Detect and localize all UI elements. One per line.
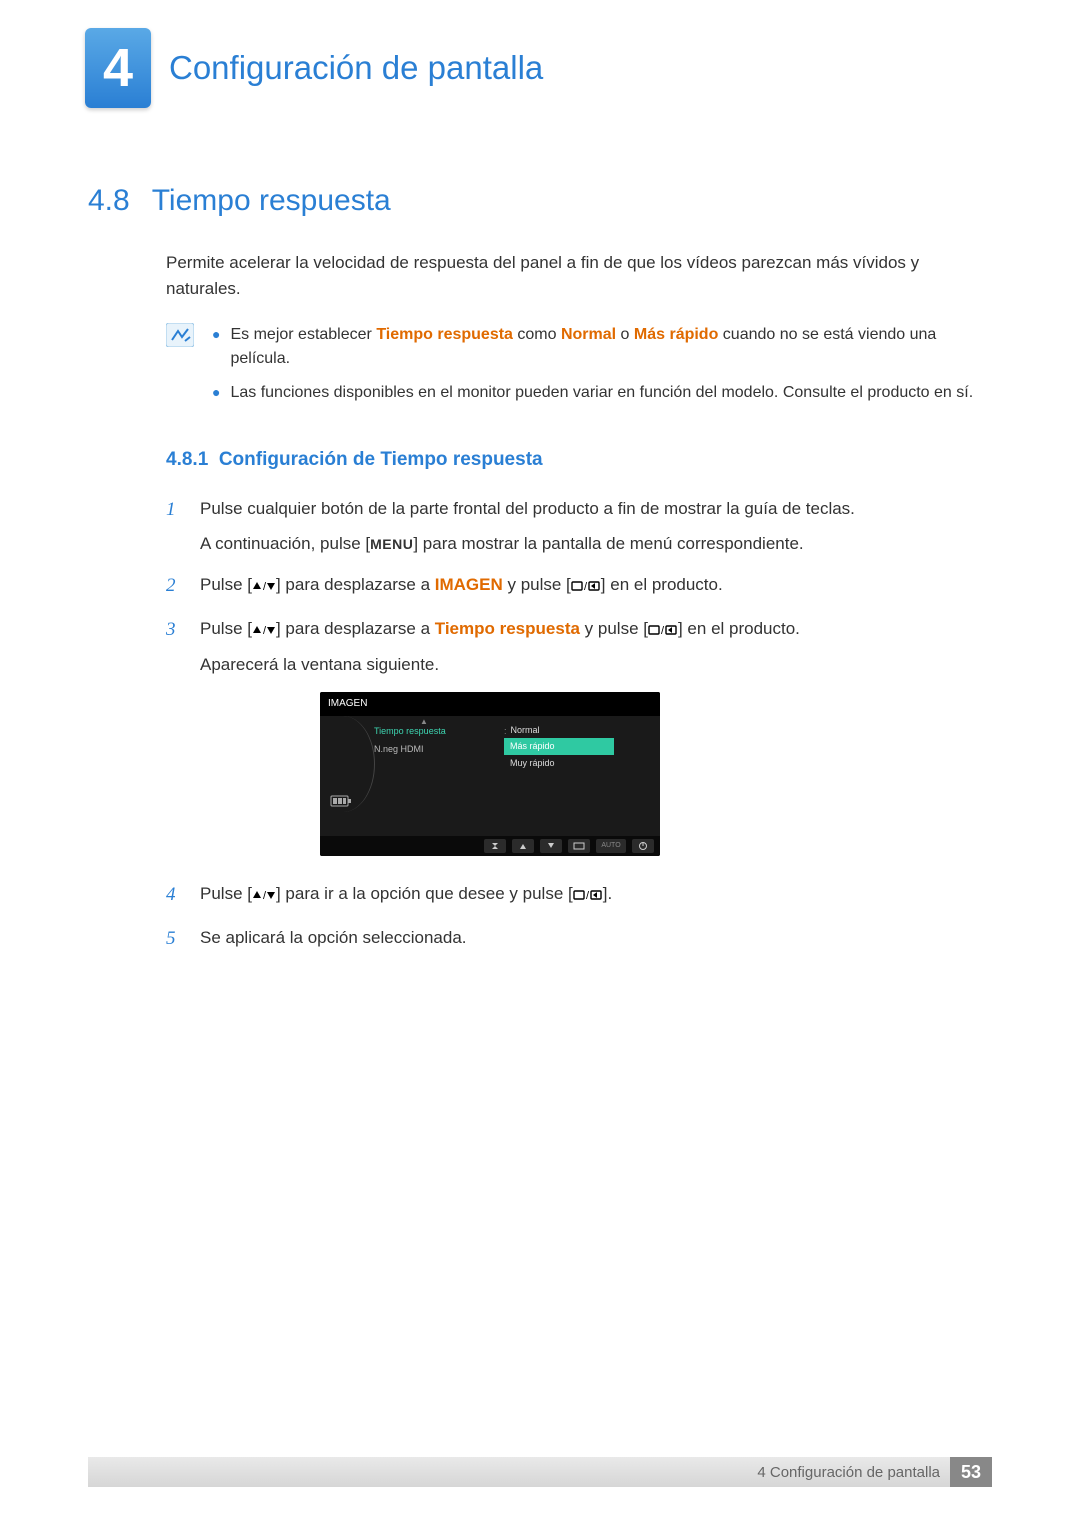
svg-text:/: /	[584, 581, 588, 592]
menu-key: MENU	[370, 536, 413, 552]
step-number: 3	[166, 615, 184, 645]
section-number: 4.8	[88, 184, 130, 218]
svg-text:/: /	[263, 625, 267, 636]
step-number: 4	[166, 880, 184, 910]
svg-text:/: /	[586, 890, 590, 901]
highlight-text: Tiempo respuesta	[435, 619, 580, 638]
osd-option: Normal	[504, 722, 614, 738]
osd-nav-button	[484, 839, 506, 853]
bullet-icon: ●	[212, 323, 220, 345]
updown-arrows-icon: /	[252, 884, 276, 903]
source-enter-icon: /	[571, 575, 601, 594]
svg-text:/: /	[263, 890, 267, 901]
note-item: ● Es mejor establecer Tiempo respuesta c…	[212, 323, 992, 371]
osd-screenshot: IMAGEN ▲ Tiempo respuesta N.neg HDMI :	[320, 692, 660, 856]
step-number: 5	[166, 924, 184, 954]
osd-nav-button	[512, 839, 534, 853]
osd-option: Muy rápido	[504, 755, 614, 771]
svg-text:/: /	[263, 581, 267, 592]
osd-auto-button: AUTO	[596, 839, 626, 853]
svg-text:/: /	[661, 625, 665, 636]
battery-icon	[330, 794, 352, 808]
note-block: ● Es mejor establecer Tiempo respuesta c…	[166, 323, 992, 415]
highlight-text: IMAGEN	[435, 575, 503, 594]
power-icon	[632, 839, 654, 853]
highlight-text: Más rápido	[634, 326, 718, 343]
step-number: 1	[166, 495, 184, 525]
chapter-header: 4 Configuración de pantalla	[85, 28, 543, 108]
step: 5 Se aplicará la opción seleccionada.	[166, 924, 992, 954]
step: 4 Pulse [/] para ir a la opción que dese…	[166, 880, 992, 910]
osd-menu-item: Tiempo respuesta	[368, 722, 488, 740]
source-enter-icon: /	[648, 619, 678, 638]
highlight-text: Tiempo respuesta	[376, 326, 513, 343]
note-icon	[166, 323, 194, 347]
osd-menu-item: N.neg HDMI	[368, 740, 488, 758]
updown-arrows-icon: /	[252, 619, 276, 638]
osd-title: IMAGEN	[320, 692, 660, 716]
chapter-number-badge: 4	[85, 28, 151, 108]
chapter-title: Configuración de pantalla	[169, 49, 543, 87]
section-title: Tiempo respuesta	[152, 184, 391, 218]
subsection-heading: 4.8.1 Configuración de Tiempo respuesta	[166, 449, 992, 471]
updown-arrows-icon: /	[252, 575, 276, 594]
footer-text: 4 Configuración de pantalla	[757, 1464, 950, 1481]
page-number: 53	[950, 1457, 992, 1487]
page-footer: 4 Configuración de pantalla 53	[88, 1457, 992, 1487]
highlight-text: Normal	[561, 326, 616, 343]
step-number: 2	[166, 571, 184, 601]
step: 1 Pulse cualquier botón de la parte fron…	[166, 495, 992, 557]
osd-nav-button	[568, 839, 590, 853]
osd-option-selected: Más rápido	[504, 738, 614, 754]
section-intro: Permite acelerar la velocidad de respues…	[166, 250, 992, 303]
step: 2 Pulse [/] para desplazarse a IMAGEN y …	[166, 571, 992, 601]
step: 3 Pulse [/] para desplazarse a Tiempo re…	[166, 615, 992, 865]
section-heading: 4.8 Tiempo respuesta	[88, 184, 992, 218]
bullet-icon: ●	[212, 381, 220, 403]
source-enter-icon: /	[573, 884, 603, 903]
note-item: ● Las funciones disponibles en el monito…	[212, 381, 992, 405]
osd-nav-button	[540, 839, 562, 853]
osd-button-bar: AUTO	[320, 836, 660, 856]
chevron-up-icon: ▲	[420, 716, 428, 729]
